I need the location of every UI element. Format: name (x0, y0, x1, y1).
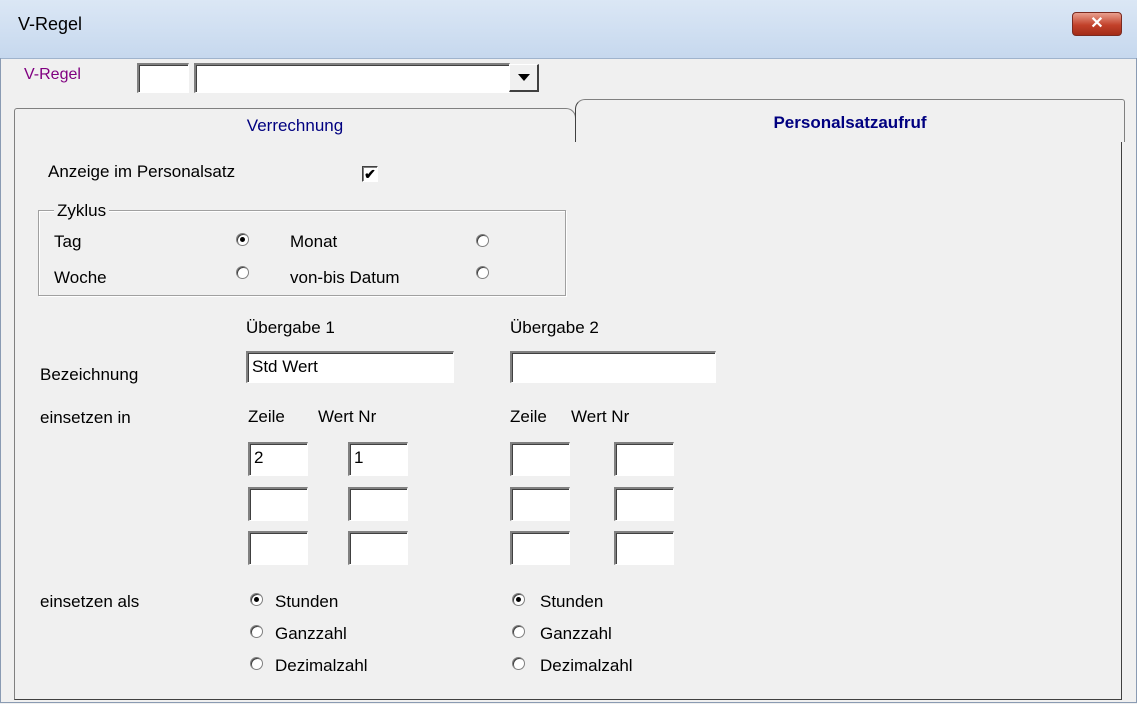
uebergabe2-als-stunden-label: Stunden (540, 592, 604, 611)
einsetzen-als-label: einsetzen als (40, 592, 140, 611)
tab-verrechnung[interactable]: Verrechnung (14, 108, 576, 141)
uebergabe1-als-dezimalzahl-radio[interactable] (250, 657, 263, 670)
uebergabe1-wertnr-3[interactable] (348, 531, 408, 565)
zyklus-option-vonbis-radio[interactable] (476, 266, 489, 279)
title-bar (0, 0, 1137, 59)
anzeige-checkbox[interactable]: ✔ (362, 166, 378, 182)
uebergabe1-zeile-3[interactable] (248, 531, 308, 565)
uebergabe2-wertnr-2[interactable] (614, 487, 674, 521)
uebergabe1-zeile-1[interactable]: 2 (248, 442, 308, 476)
zyklus-option-monat-radio[interactable] (476, 234, 489, 247)
uebergabe2-wertnr-1[interactable] (614, 442, 674, 476)
uebergabe2-zeile-2[interactable] (510, 487, 570, 521)
close-button[interactable]: ✕ (1072, 12, 1122, 36)
close-icon: ✕ (1090, 15, 1104, 32)
dropdown-arrow-icon (518, 74, 530, 81)
uebergabe1-als-dezimalzahl-label: Dezimalzahl (275, 656, 368, 675)
uebergabe1-wertnr-1[interactable]: 1 (348, 442, 408, 476)
uebergabe2-als-ganzzahl-label: Ganzzahl (540, 624, 612, 643)
uebergabe2-zeile-1[interactable] (510, 442, 570, 476)
uebergabe1-wertnr-label: Wert Nr (318, 407, 377, 426)
uebergabe2-zeile-label: Zeile (510, 407, 547, 426)
vregel-dropdown-button[interactable] (509, 64, 539, 92)
uebergabe2-als-dezimalzahl-radio[interactable] (512, 657, 525, 670)
uebergabe1-als-ganzzahl-label: Ganzzahl (275, 624, 347, 643)
uebergabe2-wertnr-3[interactable] (614, 531, 674, 565)
uebergabe2-als-dezimalzahl-label: Dezimalzahl (540, 656, 633, 675)
uebergabe2-bezeichnung-input[interactable] (510, 351, 716, 383)
zyklus-option-vonbis-label: von-bis Datum (290, 268, 400, 287)
zyklus-option-woche-label: Woche (54, 268, 107, 287)
tab-personalsatzaufruf[interactable]: Personalsatzaufruf (575, 99, 1125, 142)
zyklus-option-tag-label: Tag (54, 232, 82, 251)
anzeige-label: Anzeige im Personalsatz (48, 162, 236, 181)
uebergabe1-wertnr-2[interactable] (348, 487, 408, 521)
zyklus-option-tag-radio[interactable] (236, 233, 249, 246)
uebergabe2-als-stunden-radio[interactable] (512, 593, 525, 606)
uebergabe1-als-stunden-radio[interactable] (250, 593, 263, 606)
uebergabe1-als-stunden-label: Stunden (275, 592, 339, 611)
einsetzen-in-label: einsetzen in (40, 408, 131, 427)
check-icon: ✔ (364, 166, 376, 182)
vregel-name-combobox[interactable] (194, 63, 510, 93)
zyklus-option-monat-label: Monat (290, 232, 338, 251)
uebergabe2-zeile-3[interactable] (510, 531, 570, 565)
vregel-label: V-Regel (24, 66, 81, 83)
uebergabe1-header: Übergabe 1 (246, 318, 335, 337)
uebergabe1-als-ganzzahl-radio[interactable] (250, 625, 263, 638)
window-title: V-Regel (18, 14, 83, 34)
uebergabe2-header: Übergabe 2 (510, 318, 599, 337)
uebergabe1-zeile-label: Zeile (248, 407, 285, 426)
uebergabe1-zeile-2[interactable] (248, 487, 308, 521)
uebergabe1-bezeichnung-input[interactable]: Std Wert (246, 351, 454, 383)
zyklus-option-woche-radio[interactable] (236, 266, 249, 279)
uebergabe2-wertnr-label: Wert Nr (571, 407, 630, 426)
zyklus-title: Zyklus (54, 201, 110, 221)
vregel-code-input[interactable] (137, 63, 189, 93)
bezeichnung-label: Bezeichnung (40, 365, 139, 384)
uebergabe2-als-ganzzahl-radio[interactable] (512, 625, 525, 638)
